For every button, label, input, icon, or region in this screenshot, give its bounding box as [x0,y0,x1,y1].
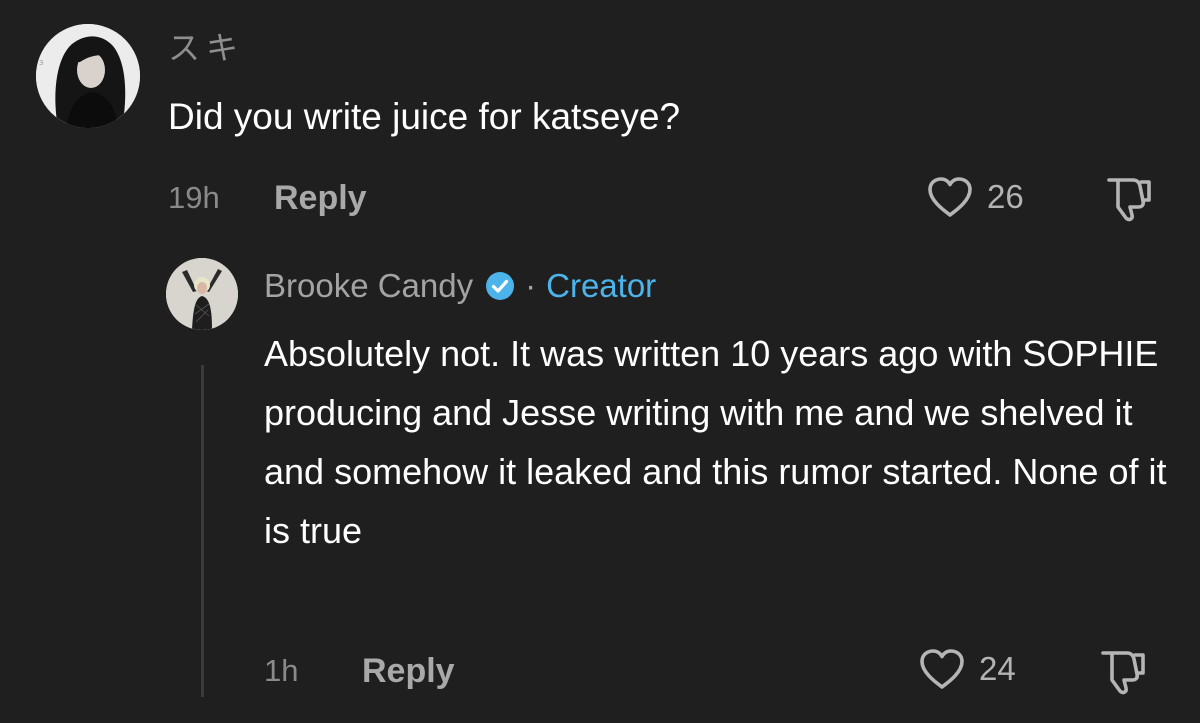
svg-text:3: 3 [39,59,43,67]
replier-username[interactable]: Brooke Candy [264,264,473,308]
comment-timestamp: 19h [168,180,220,215]
reply-like-count: 24 [979,650,1016,687]
comment-text: Did you write juice for katseye? [168,96,681,137]
thumbs-down-icon[interactable] [1103,174,1153,224]
header-separator: · [525,267,537,304]
heart-outline-icon [920,649,964,689]
reply-like-button[interactable]: 24 [918,645,1016,693]
creator-label: Creator [546,267,657,304]
user-avatar-icon: 3 [36,24,140,128]
thumbs-down-icon[interactable] [1097,647,1147,697]
replier-avatar[interactable] [166,258,238,330]
comment: 3 スキ Did you write juice for katseye? 19… [0,0,1200,240]
commenter-avatar[interactable]: 3 [36,24,140,128]
comment-reply-button[interactable]: Reply [274,178,367,218]
reply-thread-line [201,365,204,697]
reply-reply-button[interactable]: Reply [362,651,455,691]
reply-header: Brooke Candy · Creator [264,264,656,308]
user-avatar-icon [166,258,238,330]
comment-like-button[interactable]: 26 [926,173,1024,221]
commenter-username[interactable]: スキ [168,28,244,68]
reply-text: Absolutely not. It was written 10 years … [264,333,1167,551]
heart-outline-icon [928,177,972,217]
verified-badge-icon [486,272,515,300]
comment-like-count: 26 [987,178,1024,215]
reply-timestamp: 1h [264,653,299,688]
